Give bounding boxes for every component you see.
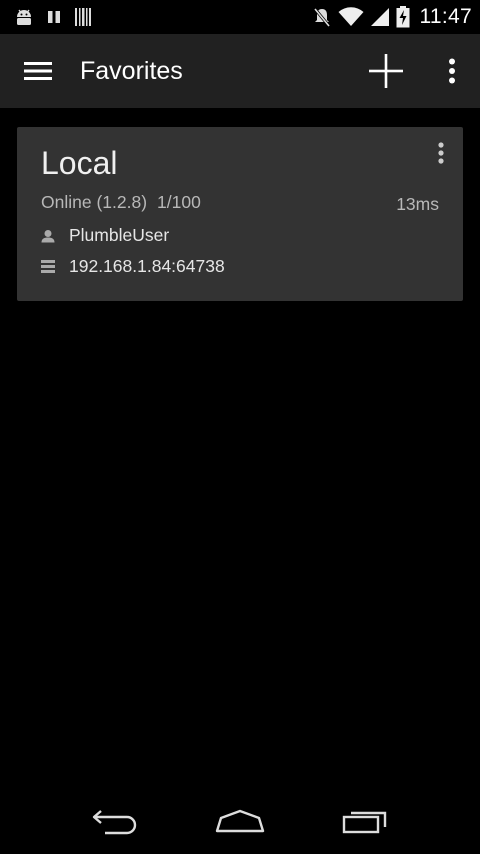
add-server-button[interactable] bbox=[354, 34, 418, 108]
server-version-status: Online (1.2.8) bbox=[41, 192, 148, 212]
back-icon bbox=[92, 810, 136, 835]
recents-icon bbox=[343, 811, 387, 834]
home-icon bbox=[215, 809, 265, 833]
plus-icon bbox=[369, 54, 403, 88]
server-latency: 13ms bbox=[396, 194, 439, 214]
server-card[interactable]: Local Online (1.2.8) 1/100 13ms PlumbleUs… bbox=[17, 127, 463, 301]
signal-icon bbox=[370, 7, 390, 27]
server-menu-button[interactable] bbox=[427, 139, 455, 167]
action-bar: Favorites bbox=[0, 34, 480, 108]
wifi-icon bbox=[338, 7, 364, 27]
pause-icon bbox=[46, 9, 62, 25]
user-icon bbox=[41, 229, 61, 243]
mute-icon bbox=[312, 6, 332, 28]
hamburger-menu-icon bbox=[24, 62, 52, 80]
overflow-menu-button[interactable] bbox=[424, 34, 480, 108]
server-address: 192.168.1.84:64738 bbox=[69, 256, 225, 276]
server-icon bbox=[41, 260, 61, 273]
server-address-row: 192.168.1.84:64738 bbox=[41, 256, 225, 277]
overflow-menu-icon bbox=[449, 58, 455, 84]
screen: 11:47 Favorites Local Online (1.2.8) 1/1… bbox=[0, 0, 480, 854]
navigation-drawer-button[interactable] bbox=[0, 34, 76, 108]
server-status: Online (1.2.8) 1/100 bbox=[41, 192, 201, 213]
status-right: 11:47 bbox=[312, 5, 473, 29]
page-title: Favorites bbox=[80, 56, 183, 85]
android-debug-icon bbox=[14, 8, 34, 26]
status-left bbox=[14, 7, 92, 27]
server-username: PlumbleUser bbox=[69, 225, 170, 245]
recents-button[interactable] bbox=[325, 788, 405, 854]
status-bar: 11:47 bbox=[0, 0, 480, 34]
barcode-icon bbox=[74, 7, 92, 27]
status-time: 11:47 bbox=[419, 5, 472, 28]
server-user-count: 1/100 bbox=[157, 192, 201, 212]
server-name: Local bbox=[41, 145, 118, 181]
navigation-bar bbox=[0, 788, 480, 854]
home-button[interactable] bbox=[200, 788, 280, 854]
server-username-row: PlumbleUser bbox=[41, 225, 169, 246]
back-button[interactable] bbox=[75, 788, 155, 854]
overflow-menu-icon bbox=[438, 142, 444, 164]
battery-charging-icon bbox=[396, 6, 410, 28]
